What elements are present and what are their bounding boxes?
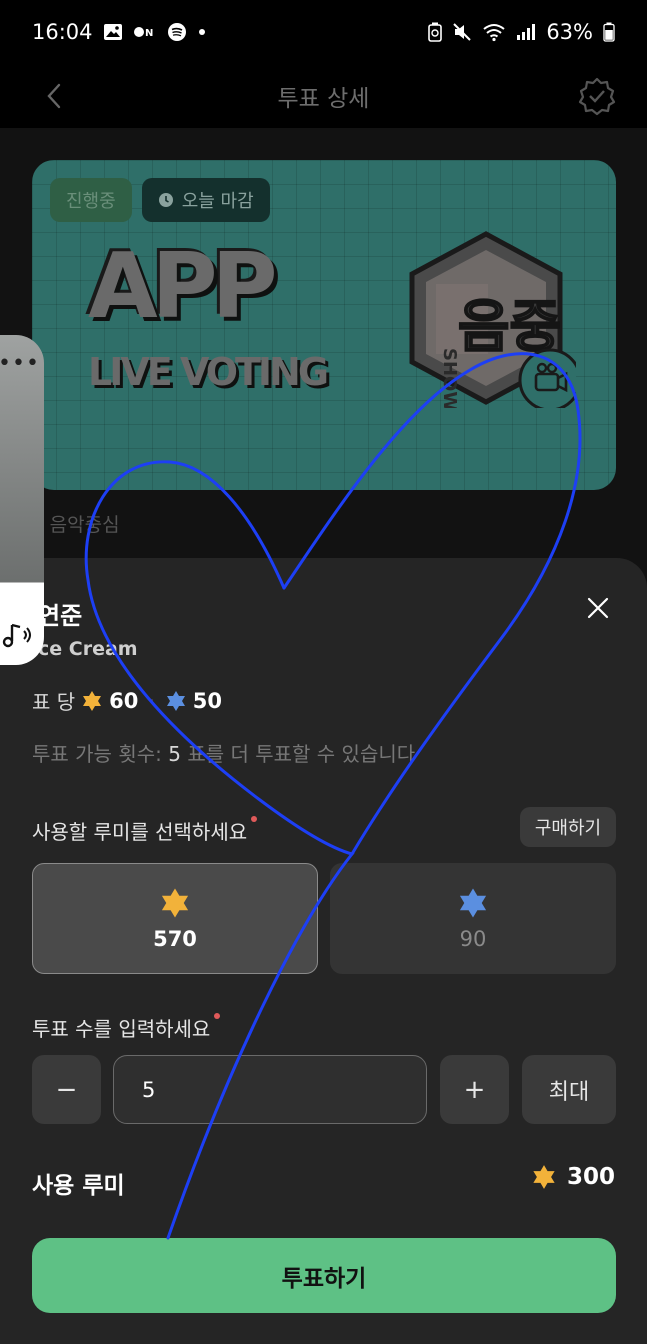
remaining-prefix: 투표 가능 횟수: [32,742,162,766]
battery-icon [603,22,615,42]
vote-count-label: 투표 수를 입력하세요 [32,1013,221,1042]
vote-button[interactable]: 투표하기 [32,1238,616,1313]
blue-ruby-icon [459,887,487,918]
total-ruby: 300 [531,1164,615,1190]
signal-icon [516,23,536,41]
gold-ruby-amount: 570 [153,926,197,951]
buy-button[interactable]: 구매하기 [520,807,616,847]
battery-percent: 63% [546,20,593,44]
status-bar: 16:04 N 63% [0,0,647,64]
remaining-count: 5 [168,742,181,766]
remaining-suffix: 표를 더 투표할 수 있습니다 [187,742,416,766]
chevron-left-icon [47,83,61,109]
mute-icon [452,22,472,42]
vote-count-input[interactable]: 5 [113,1055,427,1124]
show-music-core-logo: SHOW 음중 [409,231,576,408]
verified-badge-button[interactable] [577,76,617,116]
gold-ruby-icon [83,690,102,711]
app-header: 투표 상세 [0,64,647,128]
dot-icon [197,27,207,37]
wifi-icon [482,22,506,42]
background-subtitle: ! 음악중심 [36,514,120,536]
required-indicator [214,1013,221,1019]
remaining-votes-text: 투표 가능 횟수: 5 표를 더 투표할 수 있습니다 [32,738,415,767]
max-button[interactable]: 최대 [522,1055,616,1124]
close-button[interactable] [578,588,618,628]
decrement-button[interactable]: − [32,1055,101,1124]
cost-prefix: 표 당 [32,690,76,714]
gold-ruby-icon [533,1165,555,1189]
blue-ruby-icon [166,690,185,711]
cost-separator: · [148,688,155,713]
blue-ruby-amount: 90 [459,926,487,951]
nominee-song: ce Cream [38,638,138,660]
page-title: 투표 상세 [277,86,370,112]
gold-ruby-option[interactable]: 570 [32,863,318,974]
gold-cost-value: 60 [109,688,139,713]
vote-banner: 진행중 오늘 마감 APP LIVE VOTING SHOW 음중 [32,160,616,490]
floating-media-handle[interactable]: ••• [0,335,44,665]
ruby-select-label: 사용할 루미를 선택하세요 [32,816,258,845]
gallery-icon [103,23,123,41]
required-indicator [251,816,258,822]
deadline-badge: 오늘 마감 [141,178,270,222]
gold-ruby-icon [161,887,189,918]
banner-headline: APP [88,234,278,339]
banner-subheadline: LIVE VOTING [88,350,329,394]
nominee-name: 연준 [38,602,83,630]
clock-icon [158,193,173,207]
increment-button[interactable]: + [440,1055,509,1124]
total-ruby-label: 사용 루미 [32,1173,125,1199]
more-icon: ••• [0,351,40,376]
music-note-icon [2,623,31,648]
blue-ruby-option[interactable]: 90 [330,863,616,974]
svg-text:N: N [145,28,153,39]
back-button[interactable] [36,78,72,114]
status-time: 16:04 [32,20,93,44]
ruby-select-label-text: 사용할 루미를 선택하세요 [32,820,248,844]
spotify-icon [167,22,187,42]
verified-badge-icon [578,77,616,116]
logo-show-text: SHOW [439,348,460,408]
status-left: 16:04 N [32,20,207,44]
cost-per-vote: 표 당 60 · 50 [32,686,222,715]
on-icon: N [133,25,157,39]
status-right: 63% [428,20,615,44]
battery-saver-icon [428,22,443,42]
deadline-label: 오늘 마감 [181,191,254,212]
vote-count-label-text: 투표 수를 입력하세요 [32,1017,211,1041]
banner-badges: 진행중 오늘 마감 [50,178,270,222]
status-badge: 진행중 [50,178,132,222]
total-ruby-value: 300 [566,1164,615,1190]
blue-cost-value: 50 [192,688,222,713]
close-icon [587,597,609,619]
